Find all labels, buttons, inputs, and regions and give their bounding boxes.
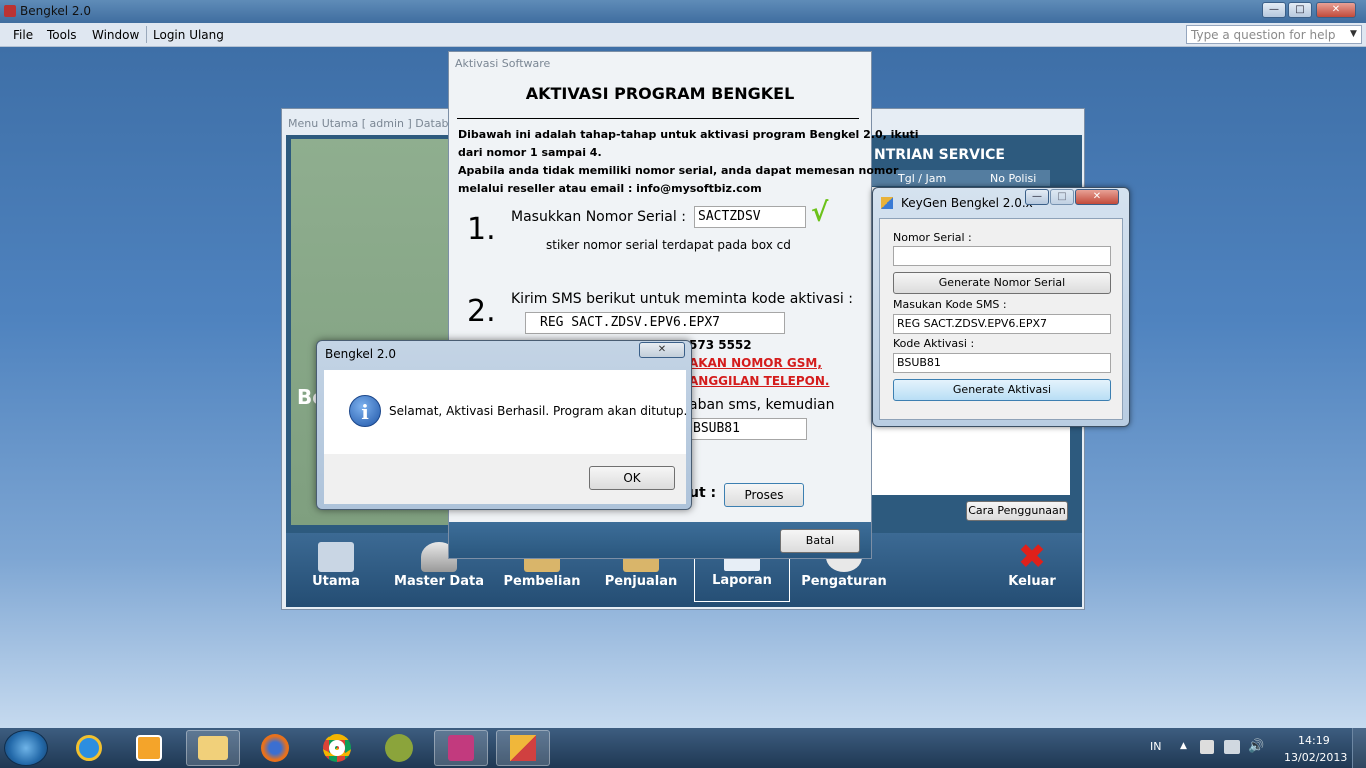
taskbar-media[interactable] [122, 730, 176, 766]
antrian-col-polisi: No Polisi [990, 172, 1037, 185]
step2-number: 2. [467, 294, 496, 329]
tray-arrow-icon[interactable]: ▲ [1180, 741, 1187, 751]
cara-penggunaan-button[interactable]: Cara Penggunaan [966, 501, 1068, 521]
building-icon [318, 542, 354, 572]
close-button[interactable]: ✕ [1316, 2, 1356, 18]
taskbar-firefox[interactable] [248, 730, 302, 766]
step3-label: aban sms, kemudian [689, 397, 835, 413]
dock-utama-label: Utama [312, 574, 360, 589]
taskbar-app-keygen[interactable] [496, 730, 550, 766]
menu-login-ulang[interactable]: Login Ulang [153, 28, 224, 42]
dock-keluar-label: Keluar [1008, 574, 1056, 589]
show-desktop-button[interactable] [1352, 728, 1366, 768]
ie-icon [76, 735, 102, 761]
step1-note: stiker nomor serial terdapat pada box cd [546, 238, 791, 252]
step2-label: Kirim SMS berikut untuk meminta kode akt… [511, 291, 853, 307]
generate-aktivasi-button[interactable]: Generate Aktivasi [893, 379, 1111, 401]
keygen-sms-label: Masukan Kode SMS : [893, 298, 1007, 311]
dock-pengaturan-label: Pengaturan [801, 574, 887, 589]
keygen-sms-input[interactable]: REG SACT.ZDSV.EPV6.EPX7 [893, 314, 1111, 334]
chrome-icon [323, 734, 351, 762]
antrian-col-tgl: Tgl / Jam [898, 172, 947, 185]
start-button[interactable] [4, 730, 48, 766]
activation-code-input[interactable]: BSUB81 [689, 418, 807, 440]
help-dropdown-icon[interactable]: ▼ [1350, 29, 1357, 39]
batal-button[interactable]: Batal [780, 529, 860, 553]
warning-line-2: ANGGILAN TELEPON. [689, 374, 830, 388]
keygen-serial-input[interactable] [893, 246, 1111, 266]
check-icon: √ [811, 198, 829, 228]
antrian-title: NTRIAN SERVICE [874, 147, 1005, 163]
step1-number: 1. [467, 212, 496, 247]
menu-utama-title: Menu Utama [ admin ] Databa [288, 117, 456, 130]
key-icon [448, 735, 474, 761]
keygen-maximize-button[interactable]: □ [1050, 189, 1074, 205]
app-title: Bengkel 2.0 [20, 4, 91, 18]
folder-icon [198, 736, 228, 760]
app-titlebar: Bengkel 2.0 — □ ✕ [0, 0, 1366, 23]
taskbar-explorer[interactable] [186, 730, 240, 766]
clock-date[interactable]: 13/02/2013 [1284, 751, 1347, 764]
bird-icon [385, 734, 413, 762]
keygen-title: KeyGen Bengkel 2.0.x [901, 196, 1033, 210]
intro-line-4: melalui reseller atau email : info@mysof… [458, 182, 762, 195]
keygen-close-button[interactable]: ✕ [1075, 189, 1119, 205]
intro-line-2: dari nomor 1 sampai 4. [458, 146, 602, 159]
help-search-input[interactable]: Type a question for help [1186, 25, 1362, 44]
firefox-icon [261, 734, 289, 762]
volume-icon[interactable]: 🔊 [1248, 739, 1264, 754]
keygen-minimize-button[interactable]: — [1025, 189, 1049, 205]
aktivasi-window-title: Aktivasi Software [455, 57, 551, 70]
media-player-icon [136, 735, 162, 761]
action-center-icon[interactable] [1200, 740, 1214, 754]
warning-line-1: AKAN NOMOR GSM, [689, 356, 822, 370]
keygen-window: KeyGen Bengkel 2.0.x — □ ✕ Nomor Serial … [872, 187, 1130, 427]
dock-penjualan-label: Penjualan [604, 574, 678, 589]
dock-utama[interactable]: Utama [288, 536, 384, 604]
proses-button[interactable]: Proses [724, 483, 804, 507]
keygen-icon [510, 735, 536, 761]
generate-serial-button[interactable]: Generate Nomor Serial [893, 272, 1111, 294]
aktivasi-heading: AKTIVASI PROGRAM BENGKEL [525, 84, 795, 103]
menu-bar: File Tools Window Login Ulang Type a que… [0, 23, 1366, 47]
step1-label: Masukkan Nomor Serial : [511, 209, 686, 225]
heading-divider [457, 118, 859, 119]
message-box: Bengkel 2.0 ✕ i Selamat, Aktivasi Berhas… [316, 340, 692, 510]
keygen-kode-input[interactable]: BSUB81 [893, 353, 1111, 373]
dock-laporan-label: Laporan [712, 573, 772, 588]
maximize-button[interactable]: □ [1288, 2, 1312, 18]
info-icon: i [349, 395, 381, 427]
dock-master-data-label: Master Data [394, 574, 484, 589]
keygen-kode-label: Kode Aktivasi : [893, 337, 975, 350]
app-icon [4, 5, 16, 17]
taskbar-chrome[interactable] [310, 730, 364, 766]
language-indicator[interactable]: IN [1150, 740, 1161, 753]
close-icon: ✖ [1017, 537, 1047, 577]
taskbar-app-bird[interactable] [372, 730, 426, 766]
dock-keluar[interactable]: ✖ Keluar [984, 536, 1080, 604]
phone-number-partial: 573 5552 [689, 338, 752, 352]
taskbar-ie[interactable] [62, 730, 116, 766]
minimize-button[interactable]: — [1262, 2, 1286, 18]
menu-window[interactable]: Window [92, 28, 139, 42]
message-text: Selamat, Aktivasi Berhasil. Program akan… [389, 404, 688, 418]
keygen-app-icon [881, 197, 893, 209]
message-box-title: Bengkel 2.0 [325, 347, 396, 361]
dock-pembelian-label: Pembelian [503, 574, 581, 589]
clock-time[interactable]: 14:19 [1298, 734, 1330, 747]
menu-tools[interactable]: Tools [47, 28, 77, 42]
menu-divider [146, 26, 147, 43]
keygen-serial-label: Nomor Serial : [893, 231, 972, 244]
menu-file[interactable]: File [13, 28, 33, 42]
serial-input[interactable]: SACTZDSV [694, 206, 806, 228]
intro-line-3: Apabila anda tidak memiliki nomor serial… [458, 164, 899, 177]
network-icon[interactable] [1224, 740, 1240, 754]
ok-button[interactable]: OK [589, 466, 675, 490]
sms-code-field[interactable]: REG SACT.ZDSV.EPV6.EPX7 [525, 312, 785, 334]
taskbar-app-key[interactable] [434, 730, 488, 766]
intro-line-1: Dibawah ini adalah tahap-tahap untuk akt… [458, 128, 919, 141]
message-box-close-button[interactable]: ✕ [639, 342, 685, 358]
step4-label: ut : [689, 485, 717, 501]
